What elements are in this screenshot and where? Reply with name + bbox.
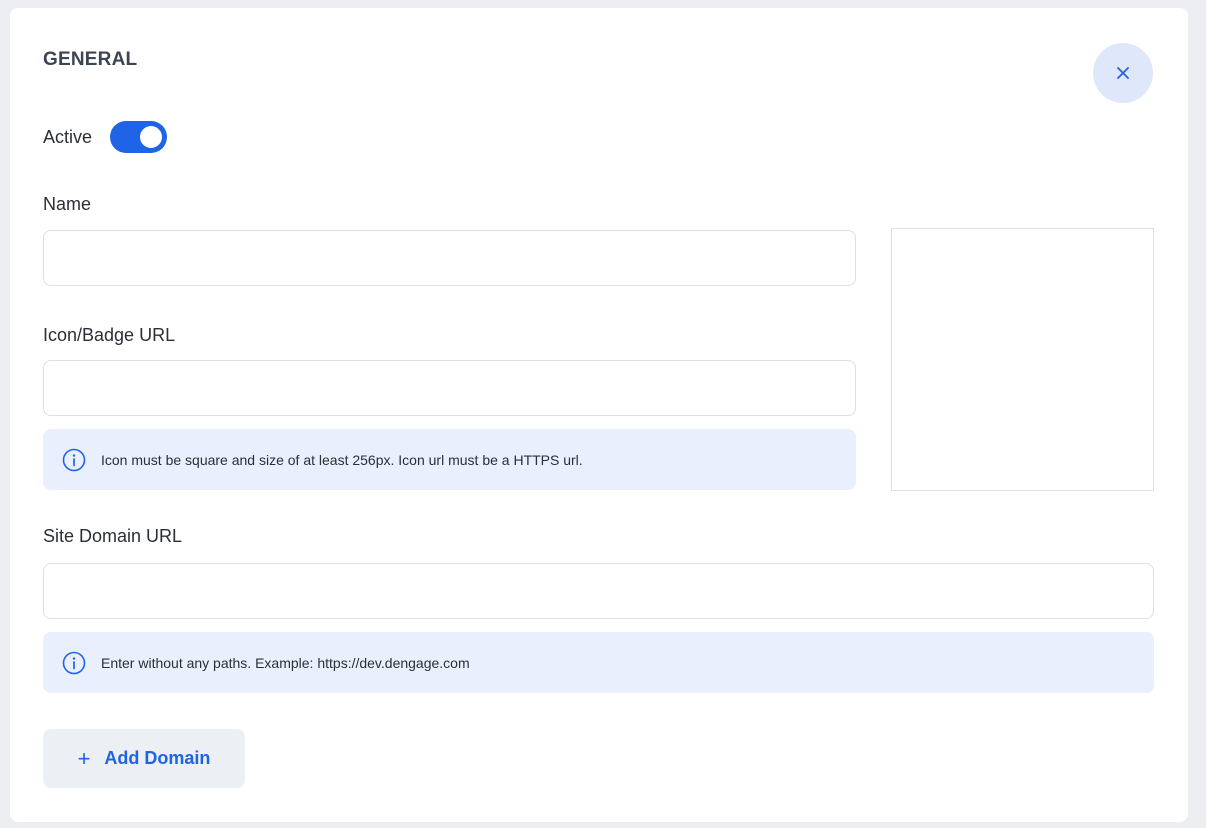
icon-url-input[interactable] bbox=[43, 360, 856, 416]
icon-url-label: Icon/Badge URL bbox=[43, 325, 176, 345]
name-label: Name bbox=[43, 194, 92, 214]
close-button[interactable] bbox=[1093, 43, 1153, 103]
site-domain-hint-text: Enter without any paths. Example: https:… bbox=[101, 654, 470, 671]
section-title: GENERAL bbox=[43, 49, 138, 70]
general-settings-card: GENERAL Active Name Icon/Badge URL Icon … bbox=[10, 8, 1188, 822]
icon-preview bbox=[891, 228, 1154, 491]
add-domain-label: Add Domain bbox=[104, 748, 211, 768]
active-row: Active bbox=[43, 120, 168, 154]
add-domain-button[interactable]: + Add Domain bbox=[43, 729, 245, 788]
active-label: Active bbox=[43, 126, 93, 147]
active-toggle[interactable] bbox=[110, 121, 168, 153]
toggle-knob bbox=[140, 126, 163, 148]
site-domain-hint: Enter without any paths. Example: https:… bbox=[43, 632, 1154, 693]
close-icon bbox=[1116, 66, 1130, 80]
icon-url-hint-text: Icon must be square and size of at least… bbox=[101, 451, 583, 468]
site-domain-input[interactable] bbox=[43, 563, 1154, 619]
plus-icon: + bbox=[77, 745, 91, 771]
icon-url-hint: Icon must be square and size of at least… bbox=[43, 429, 856, 490]
site-domain-label: Site Domain URL bbox=[43, 526, 183, 546]
name-input[interactable] bbox=[43, 230, 856, 286]
info-icon bbox=[61, 650, 87, 676]
info-icon bbox=[61, 447, 87, 473]
